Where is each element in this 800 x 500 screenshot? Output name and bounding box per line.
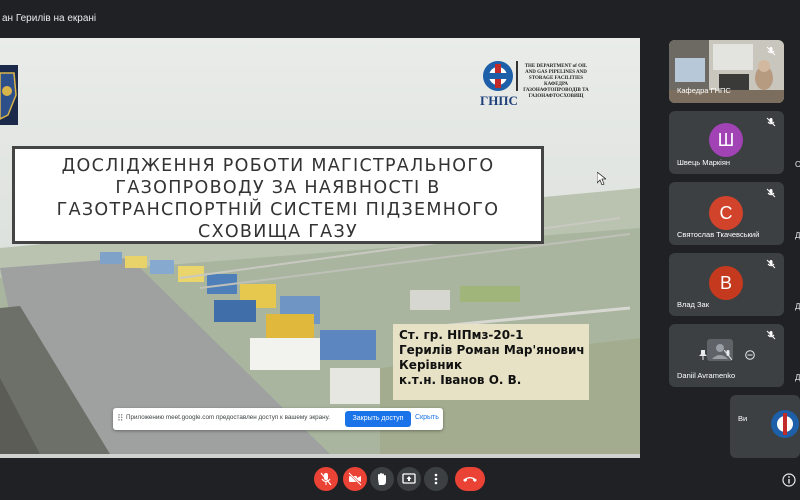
remove-participant-icon[interactable]: [745, 350, 755, 360]
supervisor-label: Керівник: [399, 358, 463, 372]
end-call-button[interactable]: [455, 467, 485, 491]
participant-name: Швець Маркіян: [677, 158, 731, 167]
present-screen-icon: [402, 473, 416, 484]
student-info-box: Ст. гр. НІПмз-20-1 Герилів Роман Мар'яно…: [393, 324, 589, 400]
present-screen-button[interactable]: [397, 467, 421, 491]
self-tile[interactable]: Ви: [730, 395, 800, 458]
avatar: Ш: [709, 123, 743, 157]
mic-off-icon: [766, 330, 776, 340]
participant-name: Daniil Avramenko: [677, 371, 736, 380]
edge-tile-label: C: [795, 160, 800, 169]
drag-handle-icon[interactable]: ⠿: [117, 413, 124, 424]
participant-tile[interactable]: Daniil Avramenko: [669, 324, 784, 387]
mic-off-icon: [766, 188, 776, 198]
participant-name: Кафедра ГНПС: [677, 86, 731, 95]
phone-hangup-icon: [463, 477, 477, 482]
mute-participant-icon[interactable]: [724, 350, 732, 360]
edge-tile-label: Д: [795, 373, 800, 382]
supervisor-name: к.т.н. Іванов О. В.: [399, 373, 522, 387]
edge-tile-label: Д: [795, 231, 800, 240]
meeting-info-icon[interactable]: [782, 473, 796, 487]
meeting-controls: [0, 462, 800, 500]
slide-title-line: ГАЗОПРОВОДУ ЗА НАЯВНОСТІ В: [115, 178, 441, 198]
mouse-cursor-icon: [597, 172, 606, 185]
pin-icon[interactable]: [699, 350, 707, 360]
university-crest-logo: [0, 65, 18, 125]
edge-tile-label: Д: [795, 302, 800, 311]
participant-name: Святослав Ткачевський: [677, 230, 760, 239]
presenter-label: ан Герилів на екрані: [2, 13, 97, 24]
student-name: Герилів Роман Мар'янович: [399, 343, 585, 357]
mic-off-icon: [766, 46, 776, 56]
participant-tile[interactable]: Ш Швець Маркіян: [669, 111, 784, 174]
more-vert-icon: [434, 473, 438, 485]
avatar: С: [709, 196, 743, 230]
self-logo-icon: [771, 410, 799, 438]
slide-title-line: ГАЗОТРАНСПОРТНІЙ СИСТЕМІ ПІДЗЕМНОГО: [56, 200, 500, 220]
slide-title-box: ДОСЛІДЖЕННЯ РОБОТИ МАГІСТРАЛЬНОГО ГАЗОПР…: [12, 146, 544, 244]
avatar: В: [709, 266, 743, 300]
participant-tile[interactable]: В Влад Зак: [669, 253, 784, 316]
participant-name: Ви: [738, 414, 748, 423]
mic-off-icon: [766, 117, 776, 127]
student-group: Ст. гр. НІПмз-20-1: [399, 328, 524, 342]
raise-hand-button[interactable]: [370, 467, 394, 491]
department-name-text: THE DEPARTMENT of OIL AND GAS PIPELINES …: [523, 64, 589, 99]
hand-icon: [378, 473, 386, 485]
slide-title-line: ДОСЛІДЖЕННЯ РОБОТИ МАГІСТРАЛЬНОГО: [61, 156, 495, 176]
share-message: Приложению meet.google.com предоставлен …: [126, 414, 330, 421]
participant-tile[interactable]: Кафедра ГНПС: [669, 40, 784, 103]
mic-off-icon: [766, 259, 776, 269]
participant-tile[interactable]: С Святослав Ткачевський: [669, 182, 784, 245]
screen-share-banner: ⠿ Приложению meet.google.com предоставле…: [113, 408, 443, 430]
top-bar: ан Герилів на екрані: [0, 0, 800, 38]
slide-title-line: СХОВИЩА ГАЗУ: [198, 222, 358, 242]
shared-screen: ГНПС THE DEPARTMENT of OIL AND GAS PIPEL…: [0, 38, 640, 454]
hide-banner-button[interactable]: Скрыть: [415, 414, 439, 421]
camera-toggle-button[interactable]: [343, 467, 367, 491]
participant-name: Влад Зак: [677, 300, 709, 309]
screen-bottom-edge: [0, 454, 640, 458]
mic-off-icon: [320, 472, 332, 486]
more-options-button[interactable]: [424, 467, 448, 491]
camera-off-icon: [348, 472, 362, 486]
stop-sharing-button[interactable]: Закрыть доступ: [345, 411, 411, 427]
mic-toggle-button[interactable]: [314, 467, 338, 491]
department-logo-text: ГНПС: [480, 93, 518, 108]
slide-title: ДОСЛІДЖЕННЯ РОБОТИ МАГІСТРАЛЬНОГО ГАЗОПР…: [15, 155, 541, 243]
